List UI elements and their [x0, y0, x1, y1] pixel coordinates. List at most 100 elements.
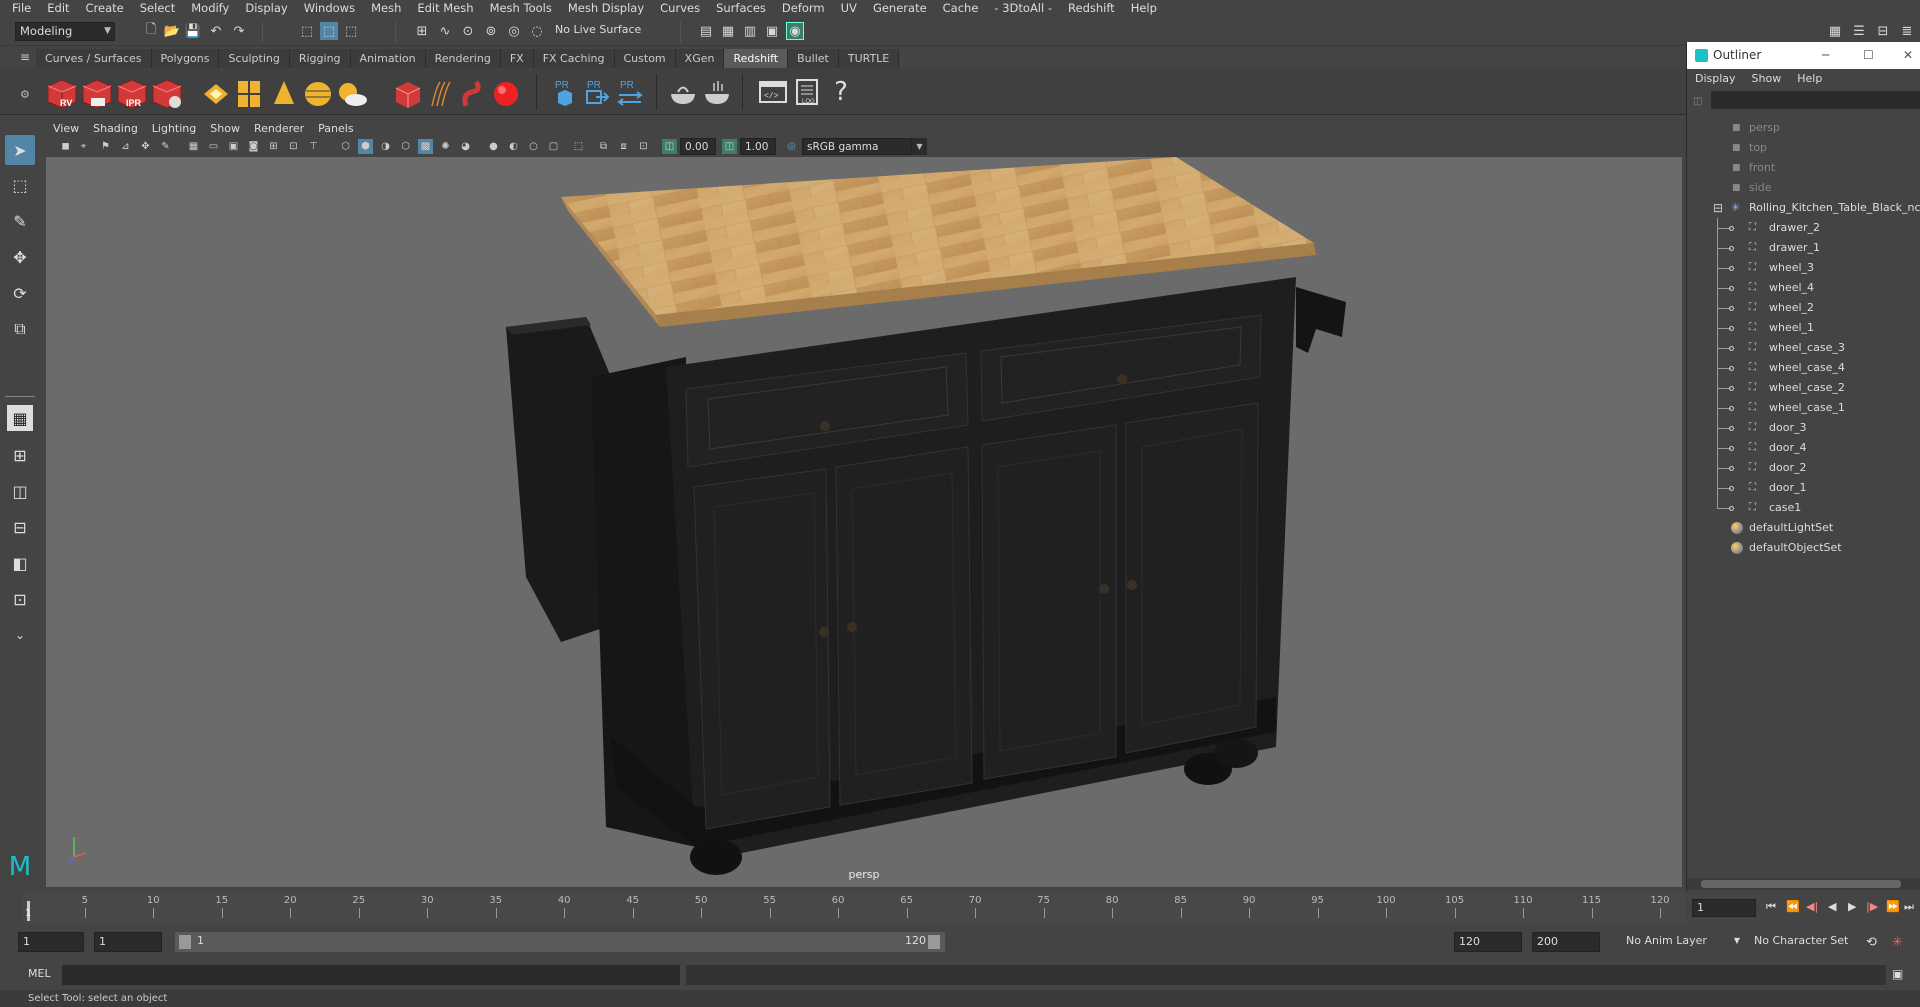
step-back-frame-icon[interactable]: ⏪	[1786, 900, 1800, 913]
select-object-icon[interactable]: ⬚	[320, 22, 338, 40]
render-frame-icon[interactable]: ▦	[719, 22, 737, 40]
shelf-settings-icon[interactable]: ⚙	[20, 88, 30, 101]
collapse-icon[interactable]: ⊟	[1713, 198, 1723, 218]
menu-deform[interactable]: Deform	[774, 0, 833, 17]
snap-curve-icon[interactable]: ∿	[436, 22, 454, 40]
use-all-lights-icon[interactable]: ✺	[438, 139, 453, 154]
area-light-icon[interactable]	[204, 84, 228, 104]
current-frame-field[interactable]: 1	[1692, 899, 1756, 917]
outliner-item-child[interactable]: ⛶ wheel_2	[1687, 298, 1920, 318]
menu-cache[interactable]: Cache	[935, 0, 987, 17]
motion-blur-icon[interactable]: ◐	[506, 139, 521, 154]
select-camera-icon[interactable]: ◼	[58, 139, 73, 154]
menu-select[interactable]: Select	[132, 0, 183, 17]
shelf-tab-animation[interactable]: Animation	[350, 49, 426, 68]
outliner-item-camera[interactable]: ■ front	[1687, 158, 1920, 178]
persp-outliner-layout-icon[interactable]: ⊟	[5, 512, 35, 542]
snap-surface-icon[interactable]: ◎	[505, 22, 523, 40]
pr-particles-icon[interactable]: PR	[550, 77, 580, 107]
perspective-viewport[interactable]: persp	[46, 157, 1682, 887]
undo-icon[interactable]: ↶	[207, 22, 225, 40]
menu-help[interactable]: Help	[1123, 0, 1165, 17]
play-backwards-icon[interactable]: ◀	[1828, 900, 1836, 913]
pr-export-icon[interactable]: PR	[582, 77, 612, 107]
minimize-icon[interactable]: ─	[1822, 42, 1829, 69]
outliner-item-set[interactable]: defaultObjectSet	[1687, 538, 1920, 558]
anim-layer-select[interactable]: No Anim Layer ▼	[1622, 932, 1740, 952]
command-input[interactable]	[62, 965, 680, 985]
select-hierarchy-icon[interactable]: ⬚	[298, 22, 316, 40]
shelf-tab-custom[interactable]: Custom	[614, 49, 676, 68]
viewport-menu-panels[interactable]: Panels	[311, 121, 360, 137]
kitchen-cart-model[interactable]	[46, 157, 1682, 887]
hypershade-layout-icon[interactable]: ⊡	[5, 584, 35, 614]
gate-mask-icon[interactable]: ◙	[246, 139, 261, 154]
shelf-tab-fx-caching[interactable]: FX Caching	[533, 49, 615, 68]
select-tool-icon[interactable]: ➤	[5, 135, 35, 165]
pr-swap-icon[interactable]: PR	[615, 77, 645, 107]
scene-start-field[interactable]: 1	[18, 932, 84, 952]
snap-grid-icon[interactable]: ⊞	[413, 22, 431, 40]
bookmark-icon[interactable]: ⚑	[98, 139, 113, 154]
live-surface-field[interactable]: No Live Surface	[551, 22, 655, 40]
viewport-menu-renderer[interactable]: Renderer	[247, 121, 311, 137]
menu-mesh-tools[interactable]: Mesh Tools	[482, 0, 560, 17]
command-language-label[interactable]: MEL	[28, 967, 51, 980]
paint-select-icon[interactable]: ✎	[5, 206, 35, 236]
snap-view-icon[interactable]: ⊚	[482, 22, 500, 40]
outliner-item-child[interactable]: ⛶ wheel_case_3	[1687, 338, 1920, 358]
shelf-tab-curves-surfaces[interactable]: Curves / Surfaces	[36, 49, 152, 68]
smooth-shade-icon[interactable]: ⬢	[358, 139, 373, 154]
viewport-menu-view[interactable]: View	[46, 121, 86, 137]
outliner-item-child[interactable]: ⛶ wheel_1	[1687, 318, 1920, 338]
menu-curves[interactable]: Curves	[652, 0, 708, 17]
menu-windows[interactable]: Windows	[296, 0, 363, 17]
spot-light-icon[interactable]	[274, 81, 294, 104]
menu-mesh-display[interactable]: Mesh Display	[560, 0, 652, 17]
playback-end-field[interactable]: 120	[1454, 932, 1522, 952]
outliner-item-child[interactable]: ⛶ door_1	[1687, 478, 1920, 498]
step-back-key-icon[interactable]: ◀|	[1806, 900, 1818, 913]
scrollbar-thumb[interactable]	[1701, 880, 1901, 888]
volume-icon[interactable]	[462, 80, 481, 107]
four-view-layout-icon[interactable]: ⊞	[5, 440, 35, 470]
outliner-item-root[interactable]: ⊟ ✳ Rolling_Kitchen_Table_Black_ncl1_1	[1687, 198, 1920, 218]
outliner-item-child[interactable]: ⛶ door_4	[1687, 438, 1920, 458]
menu-generate[interactable]: Generate	[865, 0, 935, 17]
open-scene-icon[interactable]: 📂	[163, 22, 181, 40]
outliner-item-set[interactable]: defaultLightSet	[1687, 518, 1920, 538]
outliner-item-child[interactable]: ⛶ wheel_4	[1687, 278, 1920, 298]
grease-pencil-icon[interactable]: ✎	[158, 139, 173, 154]
shelf-tab-rendering[interactable]: Rendering	[425, 49, 501, 68]
viewport-menu-lighting[interactable]: Lighting	[145, 121, 203, 137]
menu-file[interactable]: File	[4, 0, 39, 17]
screen-space-ao-icon[interactable]: ●	[486, 139, 501, 154]
shelf-tab-bullet[interactable]: Bullet	[788, 49, 839, 68]
toggle-channel-box-icon[interactable]: ≣	[1898, 22, 1916, 40]
outliner-item-child[interactable]: ⛶ case1	[1687, 498, 1920, 518]
range-slider[interactable]: 1 120	[175, 932, 945, 952]
shelf-tab-polygons[interactable]: Polygons	[151, 49, 220, 68]
safe-action-icon[interactable]: ⊡	[286, 139, 301, 154]
redo-icon[interactable]: ↷	[230, 22, 248, 40]
script-editor-icon[interactable]: </>	[758, 77, 788, 107]
shelf-tab-turtle[interactable]: TURTLE	[838, 49, 900, 68]
sun-sky-icon[interactable]	[339, 83, 367, 106]
time-slider[interactable]: 5 10 15 20 25 30 35 40 45 50 55 60 65 70 75 80 85 90 95 100…	[22, 893, 1686, 923]
menu-surfaces[interactable]: Surfaces	[708, 0, 774, 17]
gamma-field[interactable]: 1.00	[740, 138, 776, 155]
exposure-field[interactable]: 0.00	[680, 138, 716, 155]
lasso-tool-icon[interactable]: ⬚	[5, 170, 35, 200]
outliner-item-child[interactable]: ⛶ wheel_3	[1687, 258, 1920, 278]
rotate-tool-icon[interactable]: ⟳	[5, 278, 35, 308]
isolate-select-icon[interactable]: ⬚	[571, 139, 586, 154]
range-start-handle[interactable]	[179, 935, 191, 949]
xray-joints-icon[interactable]: ⧈	[616, 139, 631, 154]
viewport-menu-shading[interactable]: Shading	[86, 121, 145, 137]
view-transform-select[interactable]: sRGB gamma	[802, 138, 912, 155]
toggle-attr-editor-icon[interactable]: ☰	[1850, 22, 1868, 40]
toggle-tool-settings-icon[interactable]: ⊟	[1874, 22, 1892, 40]
menu-redshift[interactable]: Redshift	[1060, 0, 1123, 17]
persp-graph-layout-icon[interactable]: ◧	[5, 548, 35, 578]
animation-prefs-icon[interactable]: ✳	[1892, 935, 1903, 950]
